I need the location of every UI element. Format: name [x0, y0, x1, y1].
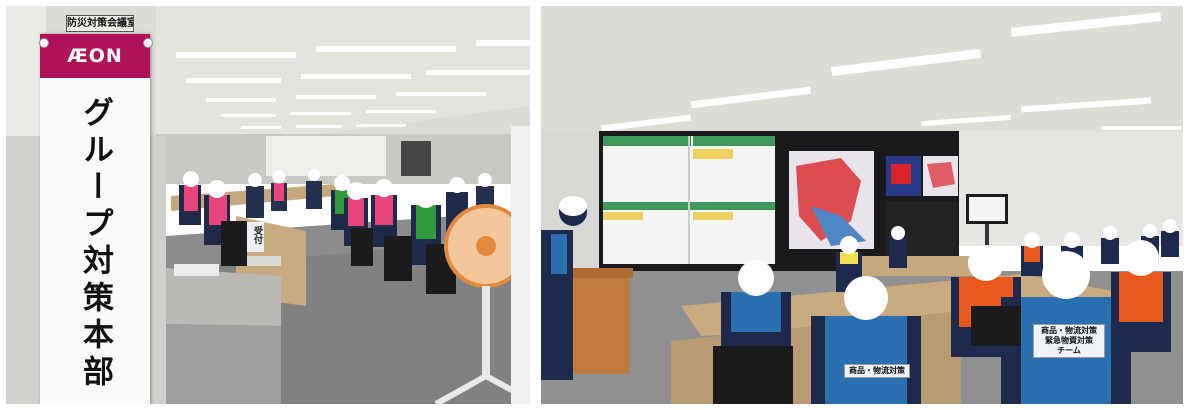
reception-card: 受付	[252, 226, 262, 244]
aeon-logo: ÆON	[40, 34, 150, 78]
vest-name-tag: 商品・物流対策	[844, 364, 910, 378]
vest-name-tag: 商品・物流対策 緊急物資対策 チーム	[1033, 324, 1105, 358]
group-headquarters-sign: ÆON グループ対策本部	[40, 34, 150, 404]
photo-meeting-room: 防災対策会議室 ÆON グループ対策本部 受付	[6, 6, 530, 404]
pin-icon	[39, 38, 49, 48]
sign-title: グループ対策本部	[77, 96, 113, 392]
photo-operations-center: 商品・物流対策 商品・物流対策 緊急物資対策 チーム	[541, 6, 1183, 404]
pin-icon	[143, 38, 153, 48]
room-name-plate: 防災対策会議室	[66, 15, 134, 32]
